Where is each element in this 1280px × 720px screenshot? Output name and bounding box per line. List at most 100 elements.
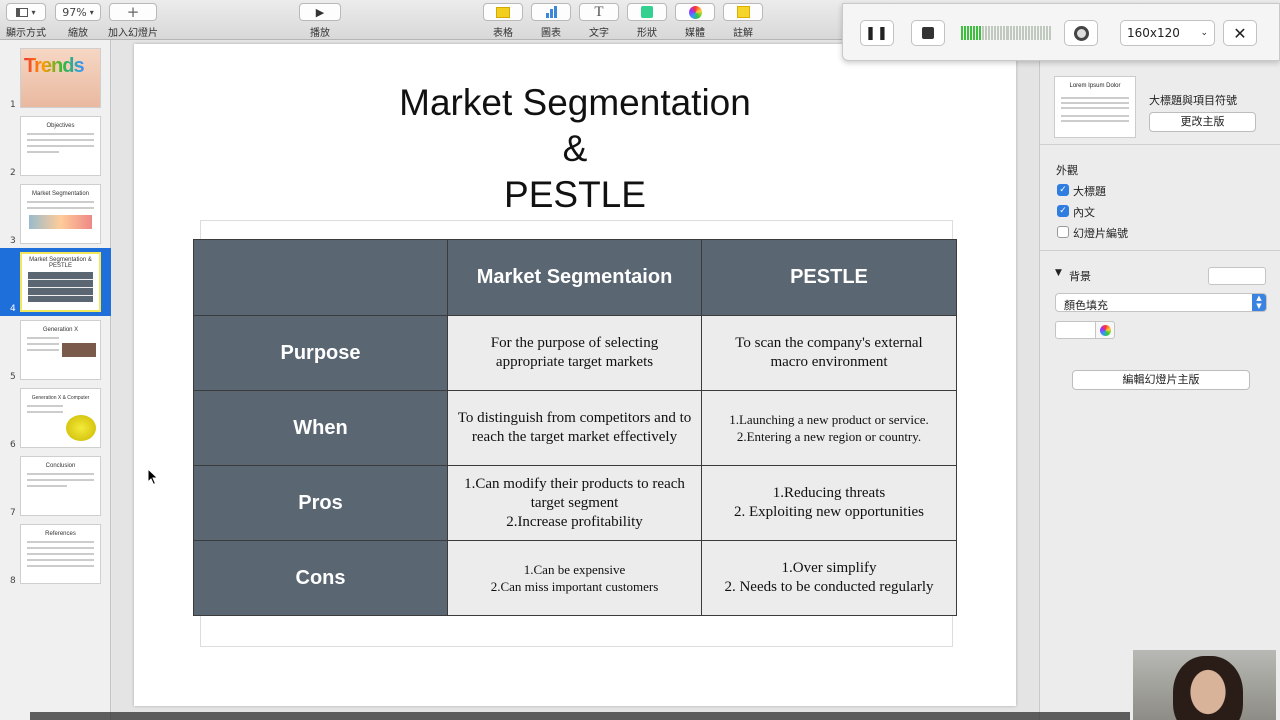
play-button[interactable]: ▶ bbox=[299, 3, 341, 21]
screen-recorder-bar: ❚❚ 160x120 ⌄ ✕ bbox=[842, 3, 1280, 61]
table-corner-cell[interactable] bbox=[193, 239, 448, 316]
chart-menu[interactable]: 圖表 bbox=[531, 3, 571, 39]
slide-thumb-title: Market Segmentation bbox=[31, 191, 90, 197]
fill-type-select[interactable]: 顏色填充 ▲ ▼ bbox=[1055, 293, 1267, 312]
add-slide-menu[interactable]: + 加入幻燈片 bbox=[108, 3, 158, 39]
slide-thumbnail-2[interactable]: 2 Objectives bbox=[0, 112, 111, 180]
slide-thumbnail-5[interactable]: 5 Generation X bbox=[0, 316, 111, 384]
header-market-segmentation[interactable]: Market Segmentaion bbox=[447, 239, 702, 316]
slide-preview: Objectives bbox=[20, 116, 101, 176]
text-menu[interactable]: T 文字 bbox=[579, 3, 619, 39]
view-label: 顯示方式 bbox=[6, 28, 46, 39]
slide-title[interactable]: Market Segmentation & PESTLE bbox=[134, 80, 1016, 218]
row-header-pros[interactable]: Pros bbox=[193, 465, 448, 541]
title-check-label: 大標題 bbox=[1073, 185, 1106, 198]
webcam-icon bbox=[1073, 25, 1089, 41]
media-label: 媒體 bbox=[685, 28, 705, 39]
layout-thumb-title: Lorem Ipsum Dolor bbox=[1069, 83, 1121, 89]
table-menu[interactable]: 表格 bbox=[483, 3, 523, 39]
media-icon bbox=[688, 5, 702, 19]
slide-thumbnail-7[interactable]: 7 Conclusion bbox=[0, 452, 111, 520]
zoom-menu[interactable]: 97% ▾ 縮放 bbox=[55, 3, 101, 39]
shape-label: 形狀 bbox=[637, 28, 657, 39]
slide-number: 2 bbox=[10, 168, 16, 178]
comment-menu[interactable]: 註解 bbox=[723, 3, 763, 39]
cursor-icon bbox=[147, 468, 159, 486]
row-header-when[interactable]: When bbox=[193, 390, 448, 466]
master-layout-thumbnail[interactable]: Lorem Ipsum Dolor bbox=[1054, 76, 1136, 138]
cell-purpose-market[interactable]: For the purpose of selecting appropriate… bbox=[447, 315, 702, 391]
body-checkbox[interactable]: ✓ bbox=[1057, 205, 1069, 217]
appearance-label: 外觀 bbox=[1056, 164, 1078, 177]
shape-icon bbox=[641, 6, 653, 18]
cell-pros-pestle[interactable]: 1.Reducing threats 2. Exploiting new opp… bbox=[701, 465, 957, 541]
slide-thumbnail-8[interactable]: 8 References bbox=[0, 520, 111, 588]
shape-menu[interactable]: 形狀 bbox=[627, 3, 667, 39]
cell-cons-pestle[interactable]: 1.Over simplify 2. Needs to be conducted… bbox=[701, 540, 957, 616]
stop-icon bbox=[922, 27, 934, 39]
slide-canvas[interactable]: Market Segmentation & PESTLE Market Segm… bbox=[134, 44, 1016, 706]
comment-button[interactable] bbox=[723, 3, 763, 21]
row-header-cons[interactable]: Cons bbox=[193, 540, 448, 616]
close-button[interactable]: ✕ bbox=[1223, 20, 1257, 46]
slide-thumbnail-1[interactable]: 1 Trends bbox=[0, 44, 111, 112]
title-line-2: & bbox=[562, 128, 588, 169]
color-wheel-icon bbox=[1099, 324, 1111, 336]
title-checkbox[interactable]: ✓ bbox=[1057, 184, 1069, 196]
zoom-select[interactable]: 97% ▾ bbox=[55, 3, 101, 21]
slide-preview: References bbox=[20, 524, 101, 584]
view-button[interactable]: ▾ bbox=[6, 3, 46, 21]
title-line-3: PESTLE bbox=[504, 174, 646, 215]
shape-button[interactable] bbox=[627, 3, 667, 21]
media-menu[interactable]: 媒體 bbox=[675, 3, 715, 39]
comparison-table[interactable]: Market Segmentaion PESTLE Purpose For th… bbox=[193, 239, 957, 616]
camera-toggle-button[interactable] bbox=[1064, 20, 1098, 46]
play-menu[interactable]: ▶ 播放 bbox=[299, 3, 341, 39]
layout-name: 大標題與項目符號 bbox=[1149, 94, 1237, 107]
table-button[interactable] bbox=[483, 3, 523, 21]
cell-when-market[interactable]: To distinguish from competitors and to r… bbox=[447, 390, 702, 466]
select-stepper-icon: ▲ ▼ bbox=[1252, 294, 1266, 311]
format-panel: Lorem Ipsum Dolor 大標題與項目符號 更改主版 外觀 ✓ 大標題… bbox=[1039, 40, 1280, 720]
header-pestle[interactable]: PESTLE bbox=[701, 239, 957, 316]
disclosure-triangle-icon[interactable]: ▼ bbox=[1055, 268, 1062, 278]
slide-thumbnail-3[interactable]: 3 Market Segmentation bbox=[0, 180, 111, 248]
comment-label: 註解 bbox=[733, 28, 753, 39]
view-menu[interactable]: ▾ 顯示方式 bbox=[6, 3, 46, 39]
text-button[interactable]: T bbox=[579, 3, 619, 21]
pause-button[interactable]: ❚❚ bbox=[860, 20, 894, 46]
slide-number: 4 bbox=[10, 304, 16, 314]
row-header-purpose[interactable]: Purpose bbox=[193, 315, 448, 391]
cell-when-pestle[interactable]: 1.Launching a new product or service. 2.… bbox=[701, 390, 957, 466]
resolution-select[interactable]: 160x120 ⌄ bbox=[1120, 20, 1215, 46]
title-line-1: Market Segmentation bbox=[399, 82, 751, 123]
slide-thumbnail-6[interactable]: 6 Generation X & Computer bbox=[0, 384, 111, 452]
slide-thumb-title: Market Segmentation & PESTLE bbox=[29, 257, 92, 269]
cell-purpose-pestle[interactable]: To scan the company's external macro env… bbox=[701, 315, 957, 391]
table-label: 表格 bbox=[493, 28, 513, 39]
zoom-label: 縮放 bbox=[68, 28, 88, 39]
add-slide-button[interactable]: + bbox=[109, 3, 157, 21]
media-button[interactable] bbox=[675, 3, 715, 21]
slide-thumbnail-4[interactable]: 4 Market Segmentation & PESTLE bbox=[0, 248, 111, 316]
change-master-button[interactable]: 更改主版 bbox=[1149, 112, 1256, 132]
slide-preview: Trends bbox=[20, 48, 101, 108]
presenter-video bbox=[1173, 656, 1243, 720]
text-icon: T bbox=[594, 3, 604, 20]
edit-slide-master-button[interactable]: 編輯幻燈片主版 bbox=[1072, 370, 1250, 390]
slide-thumb-title: Generation X & Computer bbox=[31, 395, 90, 401]
slide-number-check-label: 幻燈片編號 bbox=[1073, 227, 1128, 240]
chart-button[interactable] bbox=[531, 3, 571, 21]
slide-number: 7 bbox=[10, 508, 16, 518]
slide-number-checkbox[interactable] bbox=[1057, 226, 1069, 238]
slide-thumb-title: Trends bbox=[24, 55, 100, 78]
cell-pros-market[interactable]: 1.Can modify their products to reach tar… bbox=[447, 465, 702, 541]
slide-number: 5 bbox=[10, 372, 16, 382]
play-label: 播放 bbox=[310, 28, 330, 39]
background-label: 背景 bbox=[1069, 270, 1091, 283]
background-preview[interactable] bbox=[1208, 267, 1266, 285]
chevron-down-icon: ▾ bbox=[31, 7, 36, 17]
cell-cons-market[interactable]: 1.Can be expensive 2.Can miss important … bbox=[447, 540, 702, 616]
stop-button[interactable] bbox=[911, 20, 945, 46]
color-picker-button[interactable] bbox=[1095, 321, 1115, 339]
